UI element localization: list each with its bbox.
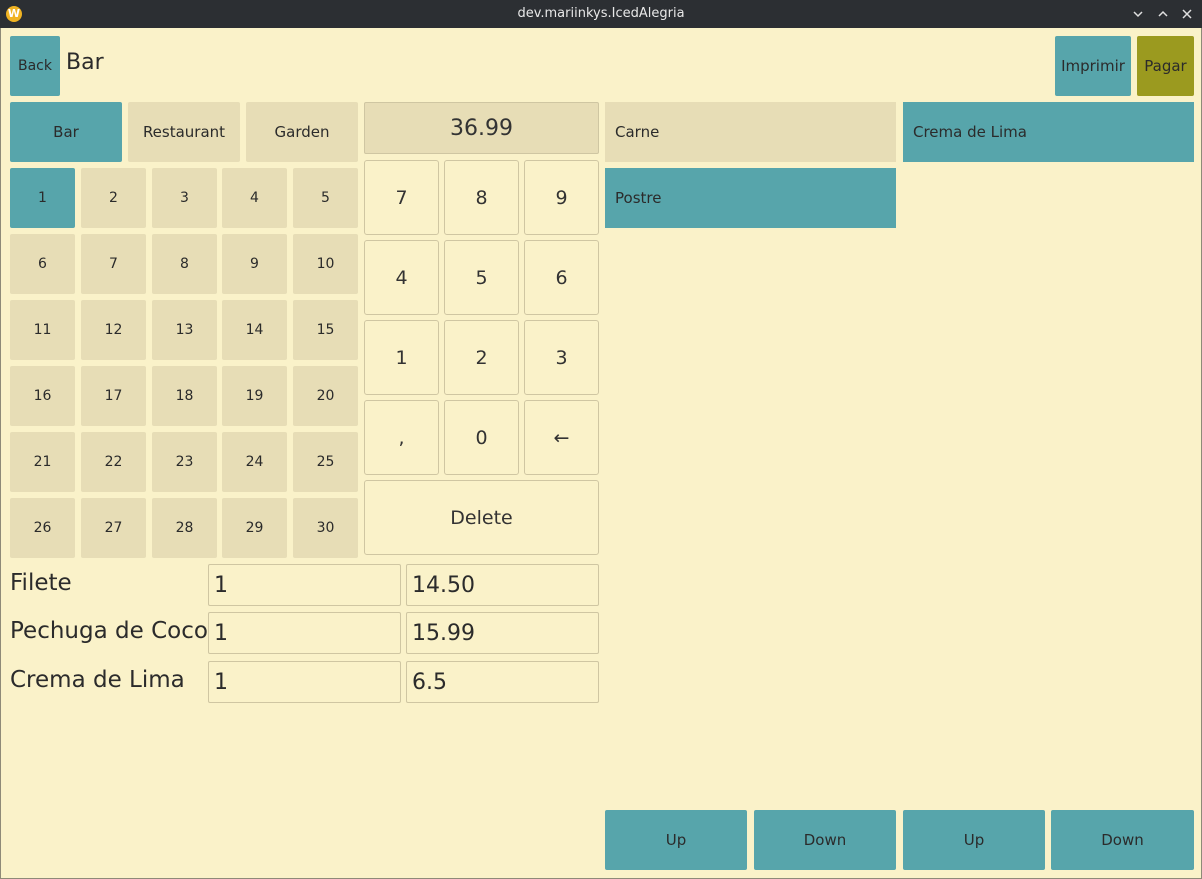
pay-button[interactable]: Pagar <box>1137 36 1194 96</box>
table-button-23[interactable]: 23 <box>152 432 217 492</box>
table-button-2[interactable]: 2 <box>81 168 146 228</box>
table-button-4[interactable]: 4 <box>222 168 287 228</box>
price-field[interactable]: 15.99 <box>406 612 599 654</box>
numpad-key-0[interactable]: 0 <box>444 400 519 475</box>
quantity-field[interactable]: 1 <box>208 564 401 606</box>
page-title: Bar <box>66 50 104 75</box>
order-item-name: Crema de Lima <box>10 667 185 693</box>
table-button-19[interactable]: 19 <box>222 366 287 426</box>
quantity-field[interactable]: 1 <box>208 612 401 654</box>
table-button-16[interactable]: 16 <box>10 366 75 426</box>
numpad-key-5[interactable]: 5 <box>444 240 519 315</box>
table-button-22[interactable]: 22 <box>81 432 146 492</box>
order-item-name: Filete <box>10 570 72 596</box>
product-crema-de-lima[interactable]: Crema de Lima <box>903 102 1194 162</box>
table-button-1[interactable]: 1 <box>10 168 75 228</box>
window-title: dev.mariinkys.IcedAlegria <box>517 6 685 21</box>
numpad-key-6[interactable]: 6 <box>524 240 599 315</box>
table-button-5[interactable]: 5 <box>293 168 358 228</box>
numpad-key-1[interactable]: 1 <box>364 320 439 395</box>
table-button-30[interactable]: 30 <box>293 498 358 558</box>
table-button-26[interactable]: 26 <box>10 498 75 558</box>
table-button-13[interactable]: 13 <box>152 300 217 360</box>
table-button-28[interactable]: 28 <box>152 498 217 558</box>
location-tab-garden[interactable]: Garden <box>246 102 358 162</box>
product-scroll-down-button[interactable]: Down <box>1051 810 1194 870</box>
table-button-10[interactable]: 10 <box>293 234 358 294</box>
print-button[interactable]: Imprimir <box>1055 36 1131 96</box>
table-button-8[interactable]: 8 <box>152 234 217 294</box>
table-button-20[interactable]: 20 <box>293 366 358 426</box>
close-icon[interactable] <box>1177 4 1197 24</box>
table-button-9[interactable]: 9 <box>222 234 287 294</box>
table-button-29[interactable]: 29 <box>222 498 287 558</box>
table-button-7[interactable]: 7 <box>81 234 146 294</box>
table-button-21[interactable]: 21 <box>10 432 75 492</box>
numpad-key-9[interactable]: 9 <box>524 160 599 235</box>
table-button-18[interactable]: 18 <box>152 366 217 426</box>
table-button-25[interactable]: 25 <box>293 432 358 492</box>
price-field[interactable]: 14.50 <box>406 564 599 606</box>
window-titlebar: W dev.mariinkys.IcedAlegria <box>0 0 1202 28</box>
product-scroll-up-button[interactable]: Up <box>903 810 1045 870</box>
back-button[interactable]: Back <box>10 36 60 96</box>
table-button-12[interactable]: 12 <box>81 300 146 360</box>
table-button-15[interactable]: 15 <box>293 300 358 360</box>
numpad-key-2[interactable]: 2 <box>444 320 519 395</box>
table-button-24[interactable]: 24 <box>222 432 287 492</box>
category-scroll-down-button[interactable]: Down <box>754 810 896 870</box>
order-item-name: Pechuga de Coco <box>10 618 208 644</box>
table-button-6[interactable]: 6 <box>10 234 75 294</box>
category-postre[interactable]: Postre <box>605 168 896 228</box>
numpad-key-3[interactable]: 3 <box>524 320 599 395</box>
numpad-key-4[interactable]: 4 <box>364 240 439 315</box>
table-button-17[interactable]: 17 <box>81 366 146 426</box>
numpad-key-7[interactable]: 7 <box>364 160 439 235</box>
table-button-27[interactable]: 27 <box>81 498 146 558</box>
table-button-14[interactable]: 14 <box>222 300 287 360</box>
table-button-11[interactable]: 11 <box>10 300 75 360</box>
numpad-key-8[interactable]: 8 <box>444 160 519 235</box>
category-carne[interactable]: Carne <box>605 102 896 162</box>
location-tab-restaurant[interactable]: Restaurant <box>128 102 240 162</box>
category-scroll-up-button[interactable]: Up <box>605 810 747 870</box>
location-tab-bar[interactable]: Bar <box>10 102 122 162</box>
minimize-icon[interactable] <box>1128 4 1148 24</box>
delete-button[interactable]: Delete <box>364 480 599 555</box>
maximize-icon[interactable] <box>1153 4 1173 24</box>
numpad-key-comma[interactable]: , <box>364 400 439 475</box>
table-button-3[interactable]: 3 <box>152 168 217 228</box>
amount-display: 36.99 <box>364 102 599 154</box>
quantity-field[interactable]: 1 <box>208 661 401 703</box>
price-field[interactable]: 6.5 <box>406 661 599 703</box>
app-window: Back Bar Imprimir Pagar Bar Restaurant G… <box>0 28 1202 879</box>
numpad-key-backspace[interactable]: ← <box>524 400 599 475</box>
